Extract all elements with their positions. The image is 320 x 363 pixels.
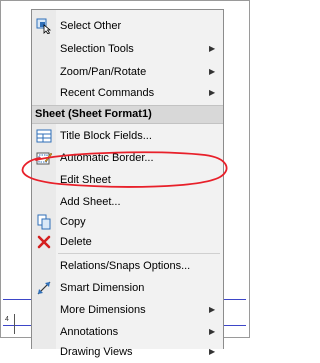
menu-item-more-dimensions[interactable]: More Dimensions ▶ (32, 299, 223, 321)
submenu-arrow-icon: ▶ (209, 88, 216, 97)
submenu-arrow-icon: ▶ (209, 327, 216, 336)
menu-item-edit-sheet[interactable]: Edit Sheet (32, 169, 223, 191)
menu-item-select-other[interactable]: Select Other (32, 15, 223, 37)
submenu-arrow-icon: ▶ (209, 347, 216, 356)
menu-item-relations-snaps[interactable]: Relations/Snaps Options... (32, 255, 223, 277)
automatic-border-icon (36, 150, 53, 166)
menu-item-zoom-pan-rotate[interactable]: Zoom/Pan/Rotate ▶ (32, 61, 223, 83)
menu-item-title-block-fields[interactable]: Title Block Fields... (32, 125, 223, 147)
menu-item-smart-dimension[interactable]: Smart Dimension (32, 277, 223, 299)
submenu-arrow-icon: ▶ (209, 305, 216, 314)
smart-dimension-icon (36, 280, 52, 296)
menu-item-add-sheet[interactable]: Add Sheet... (32, 191, 223, 213)
menu-item-annotations[interactable]: Annotations ▶ (32, 321, 223, 343)
section-header-sheet: Sheet (Sheet Format1) (32, 105, 223, 124)
delete-icon (36, 234, 52, 250)
menu-separator (58, 253, 220, 254)
submenu-arrow-icon: ▶ (209, 67, 216, 76)
menu-item-automatic-border[interactable]: Automatic Border... (32, 147, 223, 169)
menu-item-drawing-views[interactable]: Drawing Views ▶ (32, 341, 223, 363)
title-block-icon (36, 128, 52, 144)
menu-item-recent-commands[interactable]: Recent Commands ▶ (32, 82, 223, 104)
menu-item-selection-tools[interactable]: Selection Tools ▶ (32, 38, 223, 60)
submenu-arrow-icon: ▶ (209, 44, 216, 53)
copy-icon (36, 214, 52, 230)
menu-item-copy[interactable]: Copy (32, 211, 223, 233)
context-menu: Select Other Selection Tools ▶ Zoom/Pan/… (31, 9, 224, 358)
menu-item-delete[interactable]: Delete (32, 231, 223, 253)
select-other-icon (36, 18, 52, 35)
